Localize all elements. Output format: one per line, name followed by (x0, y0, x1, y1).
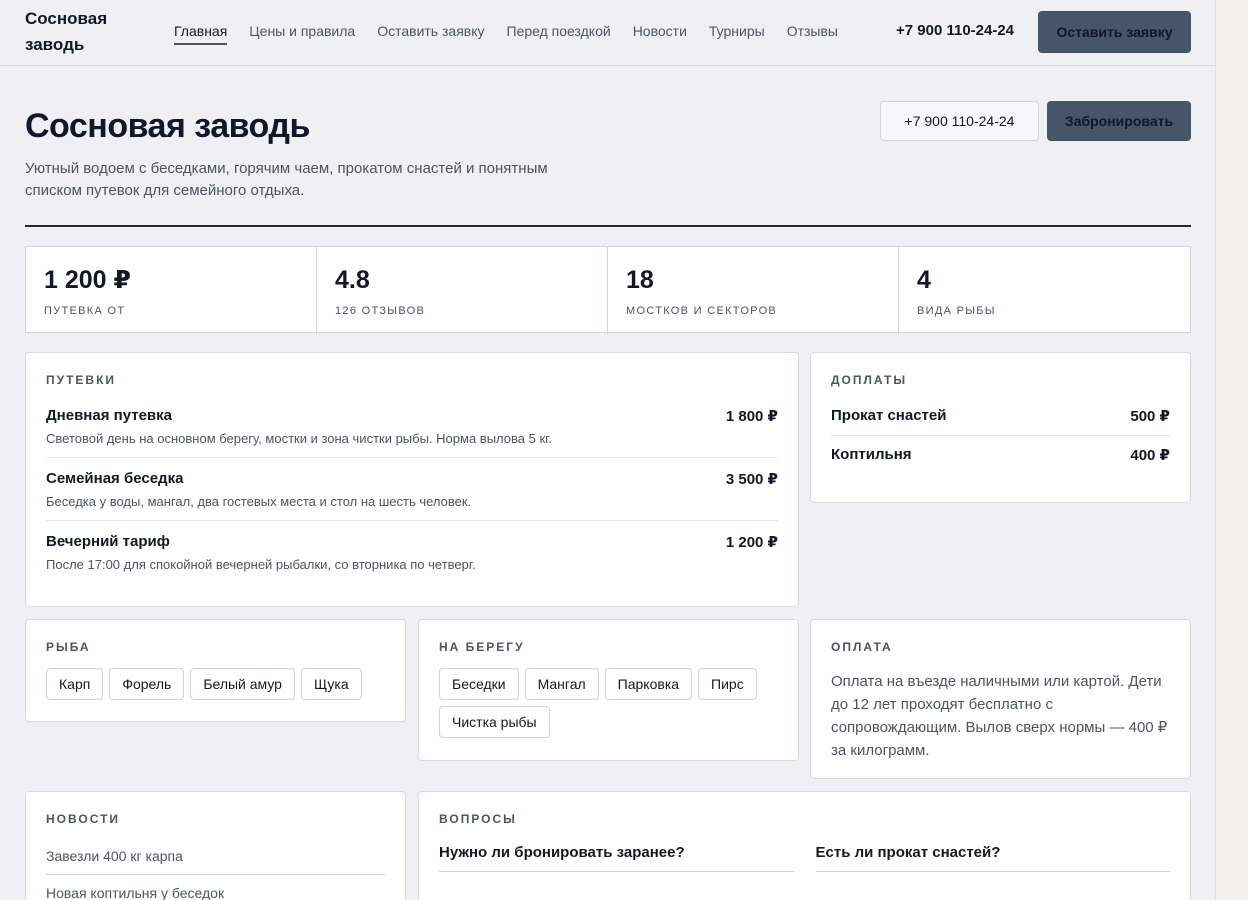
tours-list: Дневная путевка 1 800 ₽ Световой день на … (46, 395, 778, 583)
shore-card: На берегу Беседки Мангал Парковка Пирс Ч… (418, 619, 799, 761)
amenity-chip[interactable]: Пирс (698, 668, 757, 700)
extras-title: Доплаты (831, 373, 908, 387)
payment-title: Оплата (831, 640, 893, 654)
stat-value: 18 (626, 266, 654, 294)
divider (25, 225, 1191, 227)
stat-value: 4 (917, 266, 931, 294)
stat-label: 126 отзывов (335, 305, 426, 317)
extra-price: 500 ₽ (1130, 408, 1170, 425)
tour-item[interactable]: Семейная беседка 3 500 ₽ Беседка у воды, … (46, 458, 778, 521)
stat-value: 4.8 (335, 266, 370, 294)
news-title: Новости (46, 812, 121, 826)
stat-fish-kinds: 4 вида рыбы (899, 247, 1190, 335)
tours-card: Путевки Дневная путевка 1 800 ₽ Световой … (25, 352, 799, 607)
fish-chip[interactable]: Карп (46, 668, 104, 700)
shore-chips: Беседки Мангал Парковка Пирс Чистка рыбы (439, 668, 778, 738)
book-button[interactable]: Забронировать (1047, 101, 1191, 141)
fish-chips: Карп Форель Белый амур Щука (46, 668, 385, 700)
faq-question[interactable]: Есть ли прокат снастей? (815, 844, 1170, 872)
tour-name: Дневная путевка (46, 407, 172, 424)
extra-name: Прокат снастей (831, 407, 947, 424)
faq-list: Нужно ли бронировать заранее? Есть ли пр… (439, 844, 1170, 872)
stat-price-from: 1 200 ₽ Путевка от (26, 247, 317, 335)
hero-phone-button[interactable]: +7 900 110-24-24 (880, 101, 1039, 141)
page: Сосновая заводь Главная Цены и правила О… (0, 0, 1216, 900)
tour-description: Беседка у воды, мангал, два гостевых мес… (46, 494, 472, 509)
page-subtitle: Уютный водоем с беседками, горячим чаем,… (25, 160, 548, 199)
stat-sectors: 18 мостков и секторов (608, 247, 899, 335)
stat-label: Путевка от (44, 305, 126, 317)
book-button-label: Забронировать (1064, 113, 1174, 129)
extra-name: Коптильня (831, 446, 912, 463)
tour-price: 1 200 ₽ (725, 534, 778, 551)
stat-label: мостков и секторов (626, 305, 778, 317)
stat-label: вида рыбы (917, 305, 996, 317)
fish-chip[interactable]: Форель (109, 668, 185, 700)
fish-chip[interactable]: Щука (300, 668, 362, 700)
faq-question[interactable]: Нужно ли бронировать заранее? (439, 844, 794, 872)
amenity-chip[interactable]: Мангал (524, 668, 599, 700)
amenity-chip[interactable]: Беседки (439, 668, 519, 700)
extra-item: Коптильня 400 ₽ (831, 436, 1170, 474)
tour-price: 3 500 ₽ (725, 471, 778, 488)
tour-name: Вечерний тариф (46, 533, 170, 550)
tour-price: 1 800 ₽ (725, 408, 778, 425)
stat-value: 1 200 ₽ (44, 266, 131, 294)
tours-title: Путевки (46, 373, 117, 387)
tour-item[interactable]: Вечерний тариф 1 200 ₽ После 17:00 для сп… (46, 521, 778, 583)
shore-title: На берегу (439, 640, 525, 654)
news-card: Новости Завезли 400 кг карпа Новая копти… (25, 791, 406, 900)
payment-text: Оплата на въезде наличными или картой. Д… (831, 673, 1168, 759)
page-title: Сосновая заводь (25, 107, 310, 145)
news-item[interactable]: Новая коптильня у беседок (46, 875, 385, 900)
extras-card: Доплаты Прокат снастей 500 ₽ Коптильня 400… (810, 352, 1191, 503)
extra-price: 400 ₽ (1130, 447, 1170, 464)
amenity-chip[interactable]: Чистка рыбы (439, 706, 550, 738)
payment-card: Оплата Оплата на въезде наличными или ка… (810, 619, 1191, 779)
faq-title: Вопросы (439, 812, 517, 826)
tour-item[interactable]: Дневная путевка 1 800 ₽ Световой день на … (46, 395, 778, 458)
extra-item: Прокат снастей 500 ₽ (831, 397, 1170, 436)
stat-rating: 4.8 126 отзывов (317, 247, 608, 335)
stats-bar: 1 200 ₽ Путевка от 4.8 126 отзывов 18 мо… (25, 246, 1191, 335)
fish-title: Рыба (46, 640, 91, 654)
fish-card: Рыба Карп Форель Белый амур Щука (25, 619, 406, 722)
amenity-chip[interactable]: Парковка (604, 668, 693, 700)
hero-section: Сосновая заводь Уютный водоем с беседкам… (0, 0, 1215, 240)
faq-card: Вопросы Нужно ли бронировать заранее? Ес… (418, 791, 1191, 900)
news-list: Завезли 400 кг карпа Новая коптильня у б… (46, 838, 385, 900)
fish-chip[interactable]: Белый амур (190, 668, 295, 700)
extras-list: Прокат снастей 500 ₽ Коптильня 400 ₽ (831, 397, 1170, 474)
tour-description: После 17:00 для спокойной вечерней рыбал… (46, 557, 476, 572)
tour-description: Световой день на основном берегу, мостки… (46, 431, 552, 446)
news-item[interactable]: Завезли 400 кг карпа (46, 838, 385, 875)
tour-name: Семейная беседка (46, 470, 184, 487)
